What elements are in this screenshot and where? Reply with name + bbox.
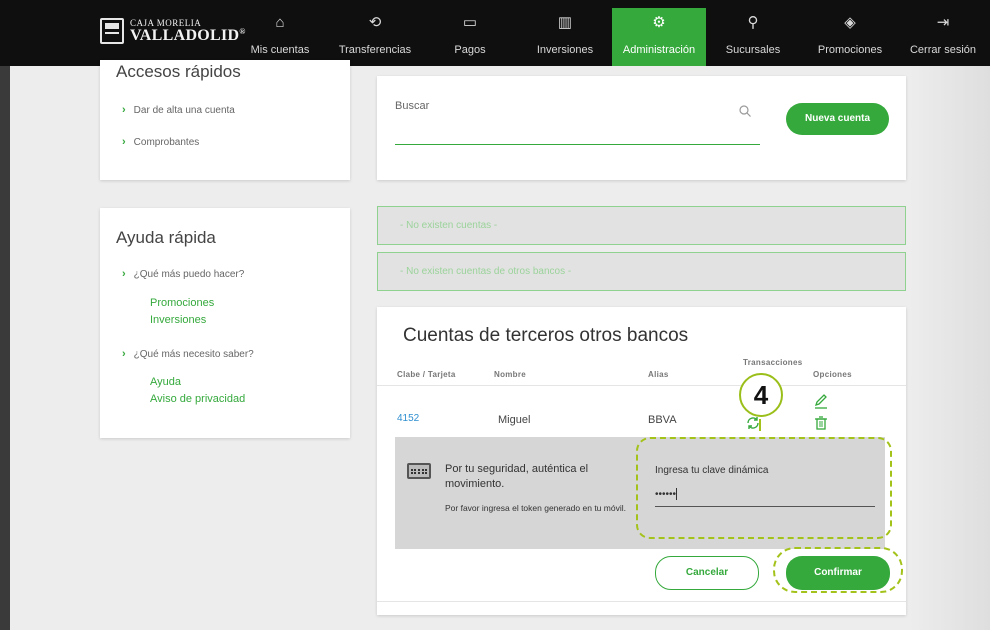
nav-label: Mis cuentas [250,44,310,56]
quick-help-card: Ayuda rápida › ¿Qué más puedo hacer? Prom… [100,208,350,438]
nav-item-mis-cuentas[interactable]: ⌂ Mis cuentas [245,8,315,66]
header-nombre: Nombre [494,370,527,379]
nav-label: Inversiones [536,44,594,56]
nav-item-cerrar-sesion[interactable]: ⇥ Cerrar sesión [904,8,982,66]
location-pin-icon: ⚲ [747,14,759,31]
nav-label: Pagos [454,44,486,56]
nav-label: Sucursales [725,44,781,56]
transfer-icon: ⟲ [368,14,382,31]
new-account-button[interactable]: Nueva cuenta [786,103,889,135]
search-input[interactable] [395,144,760,145]
help-link-ayuda[interactable]: Ayuda [150,376,181,388]
chevron-right-icon: › [122,104,126,116]
header-transacciones: Transacciones [743,358,803,367]
quick-link-comprobantes[interactable]: › Comprobantes [122,136,199,148]
quick-help-title: Ayuda rápida [116,228,216,247]
section-title: Cuentas de terceros otros bancos [403,325,689,346]
header-clabe: Clabe / Tarjeta [397,370,456,379]
investments-icon: ▥ [557,14,573,31]
brand-mark-icon [100,18,124,44]
token-instruction: Por favor ingresa el token generado en t… [445,503,626,513]
nav-label: Transferencias [338,44,412,56]
help-question-2[interactable]: › ¿Qué más necesito saber? [122,348,254,360]
keyboard-icon [407,463,431,479]
nav-label: Promociones [817,44,883,56]
tag-icon: ◈ [844,14,856,31]
cancel-button[interactable]: Cancelar [655,556,759,590]
nav-item-sucursales[interactable]: ⚲ Sucursales [720,8,786,66]
nav-label: Administración [622,44,696,56]
page-content: Accesos rápidos › Dar de alta una cuenta … [0,60,990,630]
row-nombre: Miguel [498,414,531,426]
help-link-inversiones[interactable]: Inversiones [150,314,206,326]
top-nav-bar: CAJA MORELIA VALLADOLID® ⌂ Mis cuentas ⟲… [0,0,990,66]
edit-icon[interactable] [813,393,829,409]
nav-item-administracion[interactable]: ⚙ Administración [612,8,706,66]
help-link-promociones[interactable]: Promociones [150,297,214,309]
search-label: Buscar [395,100,430,112]
nav-item-pagos[interactable]: ▭ Pagos [445,8,495,66]
search-icon[interactable] [739,104,751,117]
security-text: Por tu seguridad, auténtica el movimient… [445,463,589,490]
row-clabe[interactable]: 4152 [397,413,419,424]
quick-access-title: Accesos rápidos [116,62,241,81]
home-icon: ⌂ [275,14,285,31]
brand-line2: VALLADOLID® [130,26,246,44]
notice-no-other-bank-accounts: - No existen cuentas de otros bancos - [377,252,906,291]
notice-no-accounts: - No existen cuentas - [377,206,906,245]
chevron-right-icon: › [122,136,126,148]
gear-icon: ⚙ [652,14,666,31]
logout-icon: ⇥ [936,14,950,31]
chevron-right-icon: › [122,268,126,280]
highlight-confirm [773,547,903,593]
nav-item-inversiones[interactable]: ▥ Inversiones [530,8,600,66]
quick-access-card: Accesos rápidos › Dar de alta una cuenta … [100,60,350,180]
help-link-aviso-privacidad[interactable]: Aviso de privacidad [150,393,245,405]
quick-link-alta-cuenta[interactable]: › Dar de alta una cuenta [122,104,235,116]
badge-connector [759,419,761,431]
brand-logo[interactable]: CAJA MORELIA VALLADOLID® [100,18,246,44]
payments-icon: ▭ [462,14,478,31]
nav-item-promociones[interactable]: ◈ Promociones [810,8,890,66]
row-alias: BBVA [648,414,677,426]
trash-icon[interactable] [813,415,829,431]
highlight-dynamic-key [636,437,892,539]
help-question-1[interactable]: › ¿Qué más puedo hacer? [122,268,244,280]
search-card: Buscar Nueva cuenta [377,76,906,180]
header-opciones: Opciones [813,370,852,379]
header-alias: Alias [648,370,669,379]
step-badge: 4 [739,373,783,417]
nav-label: Cerrar sesión [909,44,977,56]
chevron-right-icon: › [122,348,126,360]
nav-item-transferencias[interactable]: ⟲ Transferencias [333,8,417,66]
